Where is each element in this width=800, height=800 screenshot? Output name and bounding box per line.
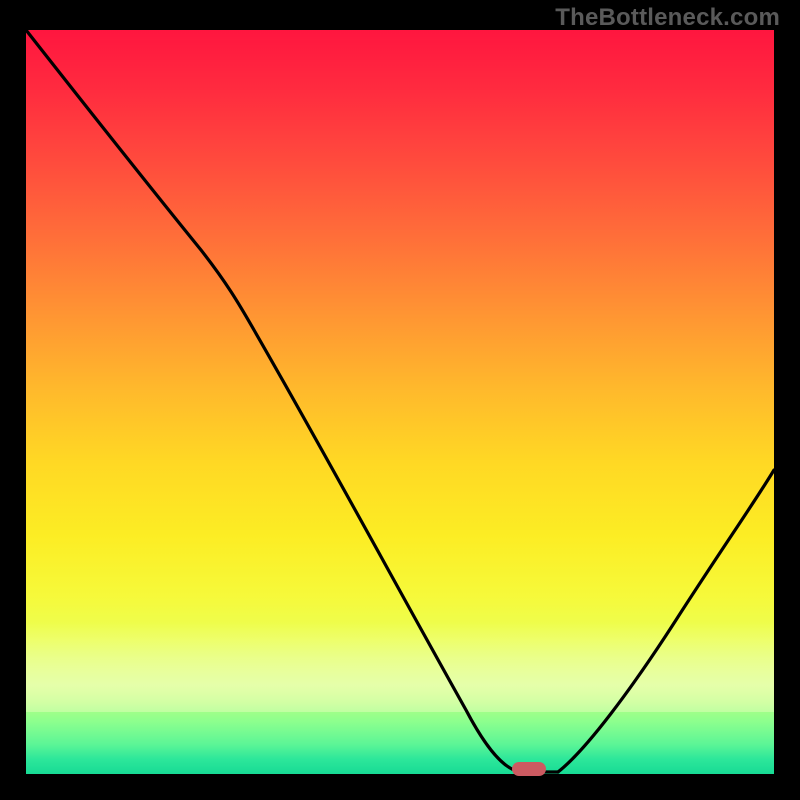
bottleneck-curve bbox=[26, 30, 774, 774]
watermark-text: TheBottleneck.com bbox=[555, 4, 780, 32]
plot-area bbox=[26, 30, 774, 774]
chart-container: TheBottleneck.com bbox=[0, 0, 800, 800]
optimal-marker bbox=[512, 762, 546, 776]
